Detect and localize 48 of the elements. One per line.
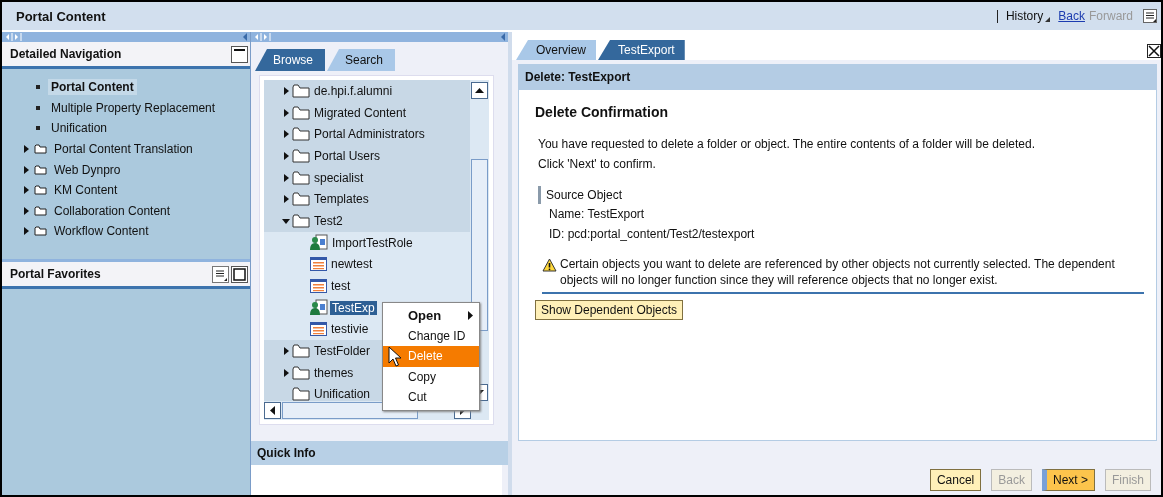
navigation-item[interactable]: KM Content	[51, 182, 121, 199]
tree-item[interactable]: Portal Users	[312, 148, 383, 163]
tree-item[interactable]: TestExp	[330, 300, 377, 315]
menu-item[interactable]: Copy	[383, 366, 479, 387]
history-menu[interactable]: History	[1005, 9, 1044, 23]
tab[interactable]: Overview	[516, 40, 596, 60]
tree-item[interactable]: ImportTestRole	[330, 235, 415, 250]
tree-item[interactable]: TestFolder	[312, 344, 373, 359]
back-link[interactable]: Back	[1058, 9, 1085, 23]
tree-item[interactable]: specialist	[312, 170, 366, 185]
wizard-button[interactable]: Cancel	[929, 469, 982, 491]
tree-item[interactable]: test	[329, 279, 353, 294]
panel-title: Quick Info	[257, 446, 316, 460]
panel-title: Portal Favorites	[10, 267, 101, 281]
tree-item[interactable]: testivie	[329, 322, 371, 337]
navigation-item[interactable]: Portal Content	[48, 79, 137, 96]
tree-item[interactable]: Migrated Content	[312, 105, 409, 120]
menu-item[interactable]: Change ID	[383, 325, 479, 346]
info-text: You have requested to delete a folder or object. The entire contents of a folder will be deleted.	[537, 136, 1036, 153]
tab[interactable]: Browse	[255, 49, 325, 71]
tree-item[interactable]: Portal Administrators	[312, 127, 427, 142]
warning-text: Certain objects you want to delete are referenced by other objects not currently selected. The dependent objects will no longer function since they will reference objects that no longer exist.	[560, 256, 1116, 288]
navigation-item[interactable]: Collaboration Content	[51, 202, 174, 219]
tab[interactable]: Search	[327, 49, 396, 71]
tree-item[interactable]: Unification	[312, 387, 373, 401]
navigation-item[interactable]: Unification	[48, 120, 111, 137]
menu-item[interactable]: Cut	[383, 387, 479, 408]
menu-item[interactable]: Open	[383, 305, 479, 326]
group-label: Source Object	[538, 186, 1140, 204]
info-text: Click 'Next' to confirm.	[537, 156, 657, 173]
navigation-item[interactable]: Web Dynpro	[51, 161, 124, 178]
panel-title: Detailed Navigation	[10, 47, 122, 61]
tree-item[interactable]: newtest	[329, 257, 375, 272]
tab[interactable]: TestExport	[598, 40, 685, 60]
show-dependents-button[interactable]: Show Dependent Objects	[535, 300, 684, 320]
navigation-item[interactable]: Workflow Content	[51, 223, 152, 240]
panel-title: Delete: TestExport	[525, 69, 631, 84]
tree-item[interactable]: Templates	[312, 192, 371, 207]
navigation-item[interactable]: Multiple Property Replacement	[48, 99, 219, 116]
page-title: Portal Content	[16, 8, 106, 24]
wizard-button[interactable]: Next >	[1041, 469, 1095, 491]
tree-item[interactable]: themes	[312, 365, 356, 380]
detail-text: ID: pcd:portal_content/Test2/testexport	[548, 226, 756, 243]
tree-item[interactable]: de.hpi.f.alumni	[312, 83, 395, 98]
tree-item[interactable]: Test2	[312, 213, 345, 228]
navigation-item[interactable]: Portal Content Translation	[51, 141, 196, 158]
section-heading: Delete Confirmation	[535, 104, 669, 120]
detail-text: Name: TestExport	[548, 206, 646, 223]
